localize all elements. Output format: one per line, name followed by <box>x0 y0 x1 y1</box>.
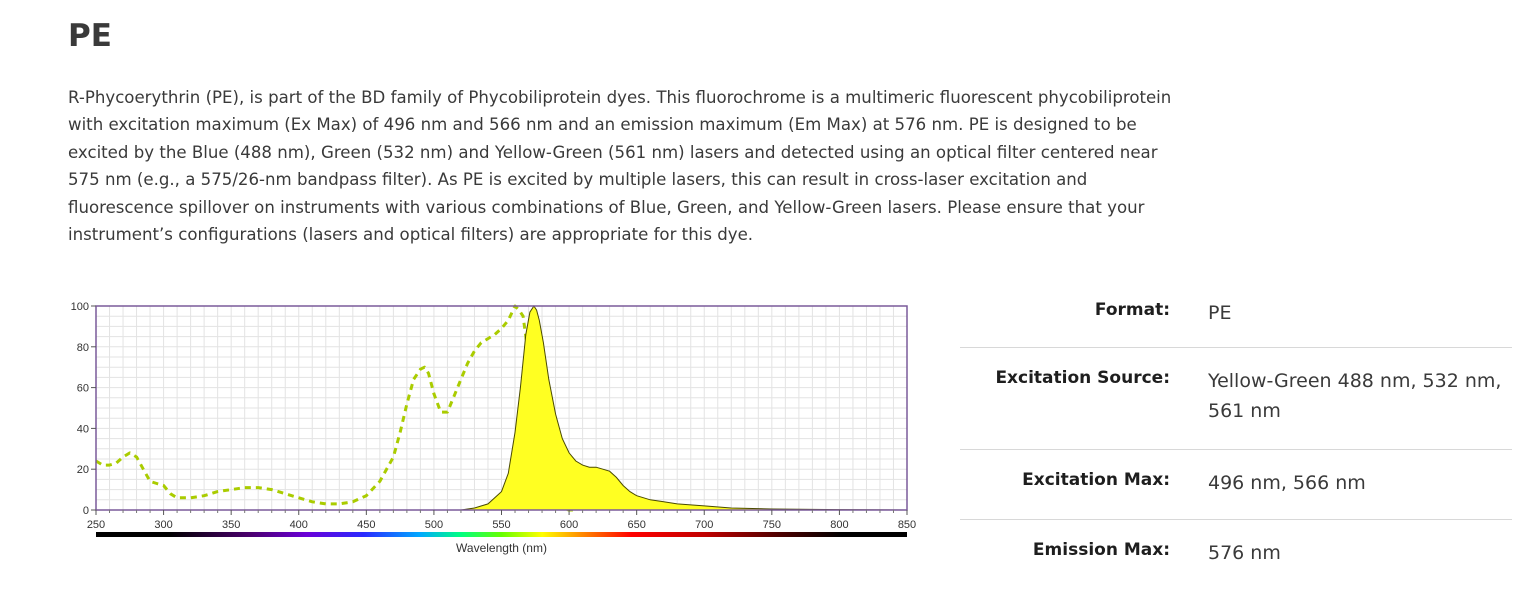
property-value: PE <box>1208 302 1232 324</box>
page-title: PE <box>68 18 112 54</box>
dye-description: R-Phycoerythrin (PE), is part of the BD … <box>68 88 1172 245</box>
y-tick-label: 100 <box>71 301 89 313</box>
x-tick-label: 450 <box>357 519 375 531</box>
spectrum-chart: 250 300 350 400 450 500 550 600 650 700 750 800 850 0… <box>71 301 917 555</box>
x-axis-label: Wavelength (nm) <box>456 541 547 555</box>
y-tick-label: 20 <box>77 464 89 476</box>
property-value: Yellow-Green 488 nm, 532 nm, 561 nm <box>1208 370 1502 422</box>
y-tick-label: 40 <box>77 423 89 435</box>
x-tick-label: 650 <box>627 519 645 531</box>
property-label: Format: <box>1094 300 1170 320</box>
property-row-excitation-max: Excitation Max: 496 nm, 566 nm <box>960 450 1512 520</box>
x-tick-label: 350 <box>222 519 240 531</box>
x-tick-label: 800 <box>830 519 848 531</box>
x-tick-label: 500 <box>425 519 443 531</box>
property-row-emission-max: Emission Max: 576 nm <box>960 520 1512 590</box>
chart-grid <box>96 306 907 510</box>
property-row-format: Format: PE <box>960 280 1512 348</box>
x-tick-label: 750 <box>763 519 781 531</box>
y-tick-label: 0 <box>83 505 89 517</box>
x-tick-label: 400 <box>290 519 308 531</box>
y-tick-label: 80 <box>77 342 89 354</box>
properties-table: Format: PE Excitation Source: Yellow-Gre… <box>960 280 1512 590</box>
property-label: Excitation Max: <box>1022 470 1170 490</box>
x-tick-label: 300 <box>154 519 172 531</box>
x-tick-label: 250 <box>87 519 105 531</box>
x-tick-label: 600 <box>560 519 578 531</box>
x-tick-label: 700 <box>695 519 713 531</box>
x-tick-label: 850 <box>898 519 916 531</box>
wavelength-spectrum-bar <box>96 532 907 537</box>
property-label: Emission Max: <box>1032 540 1170 560</box>
property-value: 496 nm, 566 nm <box>1208 472 1366 494</box>
x-tick-label: 550 <box>492 519 510 531</box>
property-label: Excitation Source: <box>995 368 1170 388</box>
chart-axes: 250 300 350 400 450 500 550 600 650 700 750 800 850 0… <box>71 301 917 531</box>
property-row-excitation-source: Excitation Source: Yellow-Green 488 nm, … <box>960 348 1512 450</box>
y-tick-label: 60 <box>77 383 89 395</box>
property-value: 576 nm <box>1208 542 1281 564</box>
